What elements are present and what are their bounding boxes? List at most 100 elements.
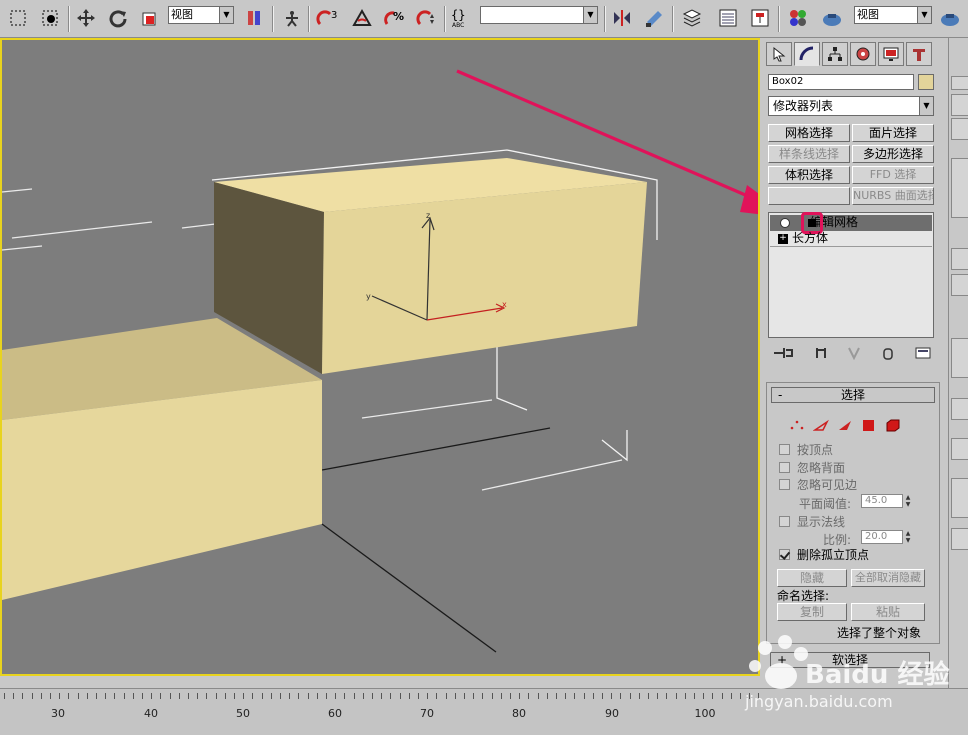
selection-rollout-header[interactable]: - 选择 [771, 387, 935, 403]
timeline-tick [675, 693, 677, 699]
timeline-tick [464, 693, 465, 699]
element-level-icon[interactable] [885, 418, 901, 432]
reference-coordinate-dropdown[interactable]: 视图 ▼ [168, 6, 234, 24]
timeline-tick [482, 693, 484, 699]
spinner-snap-icon[interactable] [414, 6, 438, 30]
layers-icon[interactable] [680, 6, 704, 30]
paste-button[interactable]: 粘贴 [851, 603, 925, 621]
timeline-tick [298, 693, 300, 699]
patch-select-button[interactable]: 面片选择 [852, 124, 934, 142]
scene-canvas: z y x [2, 69, 758, 653]
copy-button[interactable]: 复制 [777, 603, 847, 621]
render-scene-icon[interactable] [820, 6, 844, 30]
timeline-tick [326, 693, 327, 699]
ffd-select-button[interactable]: FFD 选择 [852, 166, 934, 184]
stack-item-edit-mesh[interactable]: 编辑网格 [770, 212, 932, 234]
perspective-viewport[interactable]: z y x [0, 38, 760, 676]
strip-button[interactable] [951, 274, 968, 296]
strip-button[interactable] [951, 478, 968, 518]
display-tab-icon[interactable] [878, 42, 904, 66]
nurbs-select-button[interactable]: NURBS 曲面选择 [852, 187, 934, 205]
volume-select-button[interactable]: 体积选择 [768, 166, 850, 184]
stack-item-label: 长方体 [792, 231, 829, 245]
quick-render-icon[interactable] [938, 6, 962, 30]
strip-button[interactable] [951, 248, 968, 270]
delete-isolated-vertices-checkbox[interactable]: 删除孤立顶点 [779, 548, 869, 562]
timeline-label: 80 [512, 707, 526, 720]
face-level-icon[interactable] [837, 418, 853, 432]
rotate-icon[interactable] [106, 6, 130, 30]
object-color-swatch[interactable] [918, 74, 934, 90]
edge-level-icon[interactable] [813, 418, 829, 432]
angle-snap-icon[interactable] [350, 6, 374, 30]
strip-button[interactable] [951, 118, 968, 140]
strip-button[interactable] [951, 76, 968, 90]
poly-select-button[interactable]: 多边形选择 [852, 145, 934, 163]
timeline-tick [500, 693, 502, 699]
timeline-tick [418, 693, 419, 699]
stack-item-box[interactable]: + 长方体 [770, 231, 932, 247]
by-vertex-checkbox[interactable]: 按顶点 [779, 443, 833, 457]
configure-modifier-sets-icon[interactable] [914, 346, 932, 360]
show-end-result-icon[interactable] [814, 346, 828, 360]
empty-modifier-button[interactable] [768, 187, 850, 205]
strip-button[interactable] [951, 438, 968, 460]
scale-spinner[interactable]: 20.0 ▲ ▼ [861, 530, 910, 544]
curve-editor-icon[interactable] [716, 6, 740, 30]
planar-threshold-spinner[interactable]: 45.0 ▲ ▼ [861, 494, 910, 508]
render-type-dropdown[interactable]: 视图 ▼ [854, 6, 932, 24]
ignore-backface-checkbox[interactable]: 忽略背面 [779, 461, 845, 475]
mesh-select-button[interactable]: 网格选择 [768, 124, 850, 142]
strip-button[interactable] [951, 528, 968, 550]
timeline-tick [372, 693, 373, 699]
timeline-tick [270, 693, 272, 699]
strip-button[interactable] [951, 398, 968, 420]
timeline-tick [436, 693, 438, 699]
timeline-tick [510, 693, 511, 699]
utilities-tab-icon[interactable] [906, 42, 932, 66]
strip-button[interactable] [951, 94, 968, 116]
timeline-tick [197, 693, 199, 699]
pin-stack-icon[interactable] [772, 346, 794, 360]
timeline-tick [96, 693, 97, 699]
named-selection-label: 命名选择: [777, 589, 830, 603]
timeline-tick [565, 693, 567, 699]
timeline-tick [381, 693, 383, 699]
polygon-level-icon[interactable] [861, 418, 877, 432]
schematic-view-icon[interactable] [748, 6, 772, 30]
percent-snap-icon[interactable]: % [382, 6, 406, 30]
align-icon[interactable] [642, 6, 666, 30]
mirror-icon[interactable] [610, 6, 634, 30]
hide-button[interactable]: 隐藏 [777, 569, 847, 587]
strip-button[interactable] [951, 338, 968, 378]
create-tab-icon[interactable] [766, 42, 792, 66]
unhide-all-button[interactable]: 全部取消隐藏 [851, 569, 925, 587]
modify-tab-icon[interactable] [794, 42, 820, 66]
timeline-tick [574, 693, 576, 699]
edit-named-selection-icon[interactable]: {} ABC [450, 6, 474, 30]
timeline-tick [638, 693, 640, 699]
ignore-visible-edges-checkbox[interactable]: 忽略可见边 [779, 478, 857, 492]
named-selection-dropdown[interactable]: ▼ [480, 6, 598, 24]
lightbulb-icon[interactable] [780, 218, 790, 228]
select-by-name-icon[interactable] [38, 6, 62, 30]
move-icon[interactable] [74, 6, 98, 30]
pivot-center-icon[interactable] [242, 6, 266, 30]
scale-icon[interactable] [138, 6, 162, 30]
spline-select-button[interactable]: 样条线选择 [768, 145, 850, 163]
select-region-icon[interactable] [6, 6, 30, 30]
show-normals-checkbox[interactable]: 显示法线 [779, 515, 845, 529]
object-name-field[interactable]: Box02 [768, 74, 914, 90]
expand-plus-icon[interactable] [808, 219, 816, 227]
manipulate-icon[interactable] [280, 6, 304, 30]
make-unique-icon[interactable] [847, 346, 861, 360]
snap-toggle-icon[interactable]: 3 [316, 6, 340, 30]
expand-plus-icon[interactable]: + [778, 234, 788, 244]
modifier-list-dropdown[interactable]: 修改器列表 ▼ [768, 96, 934, 116]
material-editor-icon[interactable] [786, 6, 810, 30]
strip-button[interactable] [951, 158, 968, 218]
motion-tab-icon[interactable] [850, 42, 876, 66]
vertex-level-icon[interactable] [789, 418, 805, 432]
hierarchy-tab-icon[interactable] [822, 42, 848, 66]
remove-modifier-icon[interactable] [881, 346, 895, 360]
